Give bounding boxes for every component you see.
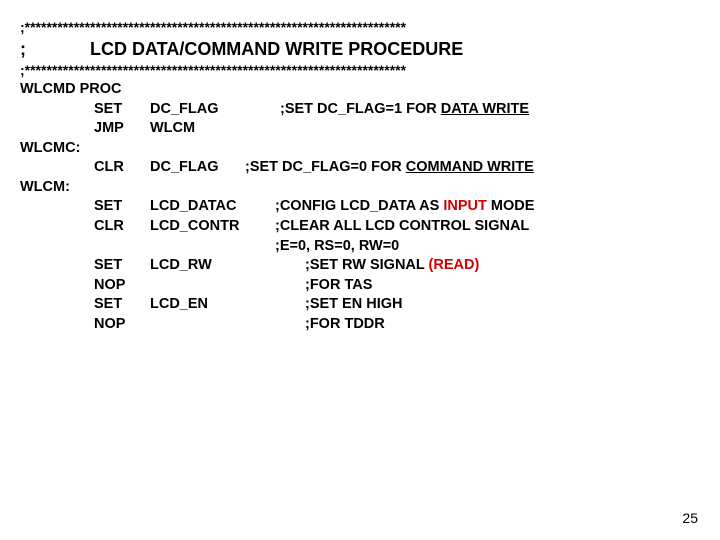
comment-rw-read: ;SET RW SIGNAL (READ) [305,256,479,276]
kw-input: INPUT [443,198,487,214]
line-clr-dcflag: CLRDC_FLAG;SET DC_FLAG=0 FOR COMMAND WRI… [20,158,700,178]
operand-dcflag: DC_FLAG [150,100,280,120]
operand-lcd-contr: LCD_CONTR [150,217,275,237]
comment-config-input: ;CONFIG LCD_DATA AS INPUT MODE [275,197,534,217]
kw-read: (READ) [429,257,480,273]
mnemonic-set3: SET [94,256,150,276]
operand-wlcm: WLCM [150,119,280,139]
label-wlcmd: WLCMD PROC [20,80,700,100]
comment-en-high: ;SET EN HIGH [305,295,402,315]
line-clr-contr: CLRLCD_CONTR;CLEAR ALL LCD CONTROL SIGNA… [20,217,700,237]
slide: ;***************************************… [0,0,720,540]
line-nop-tas: NOP ;FOR TAS [20,276,700,296]
mnemonic-clr: CLR [94,158,150,178]
comment-ers: ;E=0, RS=0, RW=0 [275,237,399,257]
comment-data-write: ;SET DC_FLAG=1 FOR DATA WRITE [280,100,529,120]
comment-tas: ;FOR TAS [305,276,372,296]
kw-command-write: COMMAND WRITE [406,159,534,175]
mnemonic-set: SET [94,100,150,120]
operand-dcflag2: DC_FLAG [150,158,245,178]
comment-clear-all: ;CLEAR ALL LCD CONTROL SIGNAL [275,217,529,237]
line-set-dcflag: SETDC_FLAG;SET DC_FLAG=1 FOR DATA WRITE [20,100,700,120]
mnemonic-set2: SET [94,197,150,217]
operand-lcd-datac: LCD_DATAC [150,197,275,217]
comment-cmd-write: ;SET DC_FLAG=0 FOR COMMAND WRITE [245,158,534,178]
mnemonic-set4: SET [94,295,150,315]
line-set-rw: SETLCD_RW;SET RW SIGNAL (READ) [20,256,700,276]
mnemonic-jmp: JMP [94,119,150,139]
operand-lcd-rw: LCD_RW [150,256,305,276]
label-wlcm: WLCM: [20,178,700,198]
title-line: ;LCD DATA/COMMAND WRITE PROCEDURE [20,37,700,61]
label-wlcmc: WLCMC: [20,139,700,159]
title-text: LCD DATA/COMMAND WRITE PROCEDURE [26,39,463,59]
line-set-en: SETLCD_EN;SET EN HIGH [20,295,700,315]
stars-top: ;***************************************… [20,18,700,37]
stars-bot: ;***************************************… [20,61,700,80]
line-set-datac: SETLCD_DATAC;CONFIG LCD_DATA AS INPUT MO… [20,197,700,217]
operand-lcd-en: LCD_EN [150,295,305,315]
code-block: ;***************************************… [20,18,700,334]
comment-tddr: ;FOR TDDR [305,315,385,335]
mnemonic-nop2: NOP [94,315,150,335]
kw-data-write: DATA WRITE [441,101,529,117]
mnemonic-clr2: CLR [94,217,150,237]
line-ers: ;E=0, RS=0, RW=0 [20,237,700,257]
line-jmp-wlcm: JMPWLCM [20,119,700,139]
page-number: 25 [682,510,698,526]
line-nop-tddr: NOP ;FOR TDDR [20,315,700,335]
mnemonic-nop: NOP [94,276,150,296]
